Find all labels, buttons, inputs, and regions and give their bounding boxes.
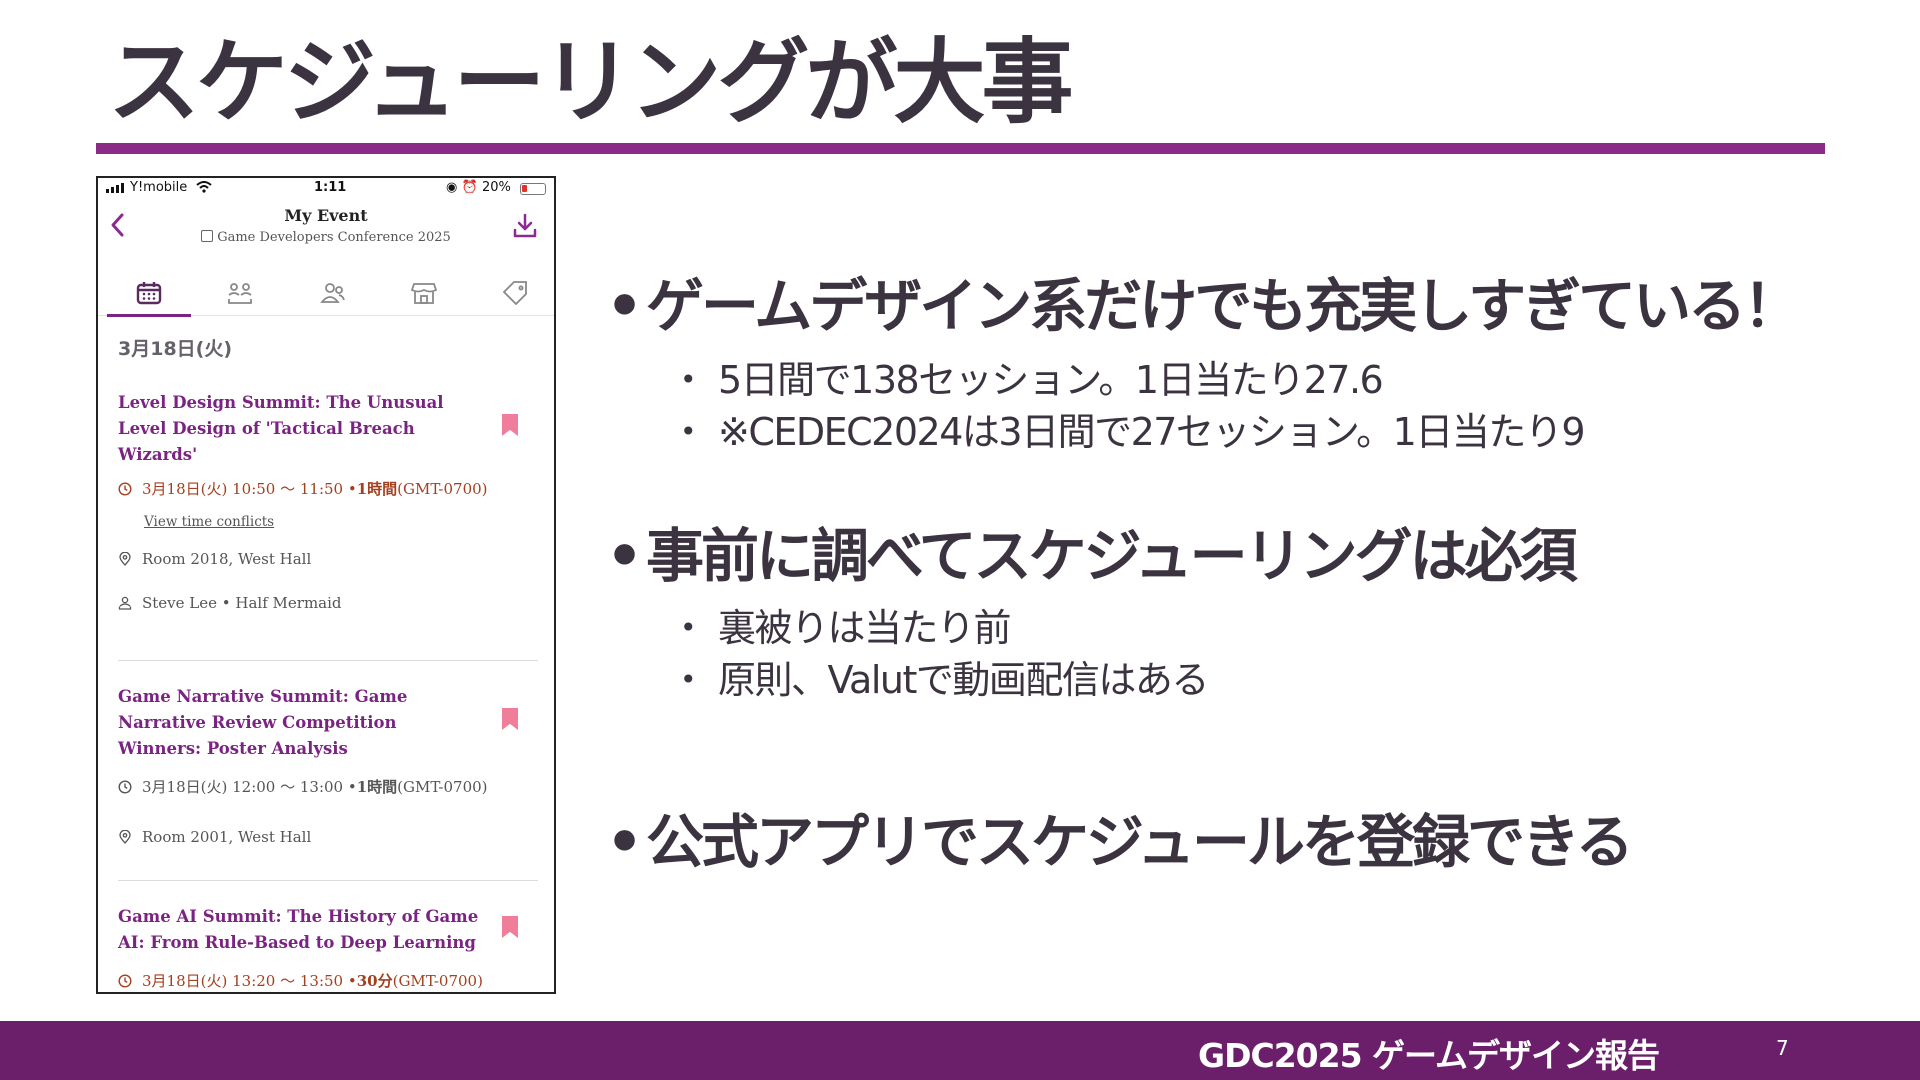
app-header: My Event Game Developers Conference 2025 xyxy=(98,202,554,258)
people-icon xyxy=(320,283,345,303)
timezone: (GMT-0700) xyxy=(397,777,488,796)
bullet-item: 裏被りは当たり前 xyxy=(680,606,1012,652)
status-bar: Y!mobile 1:11 ◉ ⏰ 20% xyxy=(98,178,554,198)
tab-bar xyxy=(98,270,554,317)
tab-store[interactable] xyxy=(394,270,454,316)
battery-percent: 20% xyxy=(482,180,511,195)
event-subtitle: Game Developers Conference 2025 xyxy=(98,230,554,245)
divider xyxy=(118,660,538,661)
location-pin-icon xyxy=(119,552,131,566)
alarm-icon: ◉ ⏰ xyxy=(446,180,478,195)
duration: 30分 xyxy=(356,972,393,990)
bullet-item: 5日間で138セッション。1日当たり27.6 xyxy=(680,358,1384,404)
session-title[interactable]: Level Design Summit: The Unusual Level D… xyxy=(118,390,483,468)
time-range: 3月18日(火) 10:50 〜 11:50 • xyxy=(142,480,357,498)
title-rule xyxy=(96,143,1825,154)
session-location: Room 2001, West Hall xyxy=(118,828,311,846)
time-range: 3月18日(火) 12:00 〜 13:00 • xyxy=(142,778,357,796)
download-button[interactable] xyxy=(512,212,538,240)
page-number: 7 xyxy=(1776,1036,1789,1060)
clock-icon xyxy=(118,481,132,496)
bookmark-icon[interactable] xyxy=(502,414,518,436)
app-screenshot: Y!mobile 1:11 ◉ ⏰ 20% My Event Game Deve… xyxy=(96,176,556,994)
session-card[interactable]: Game AI Summit: The History of Game AI: … xyxy=(118,904,538,990)
timezone: (GMT-0700) xyxy=(397,479,488,498)
session-time: 3月18日(火) 12:00 〜 13:00 • 1時間 (GMT-0700) xyxy=(118,776,488,797)
speaker-text: Steve Lee • Half Mermaid xyxy=(142,594,342,612)
bullet-heading: 公式アプリでスケジュールを登録できる xyxy=(606,808,1634,878)
session-title[interactable]: Game AI Summit: The History of Game AI: … xyxy=(118,904,483,956)
carrier-name: Y!mobile xyxy=(130,180,188,195)
duration: 1時間 xyxy=(356,778,398,796)
tab-speakers[interactable] xyxy=(210,270,270,316)
session-speaker: Steve Lee • Half Mermaid xyxy=(118,594,342,612)
divider xyxy=(118,880,538,881)
bullet-item: 原則、Valutで動画配信はある xyxy=(680,658,1209,704)
bookmark-icon[interactable] xyxy=(502,708,518,730)
session-card[interactable]: Game Narrative Summit: Game Narrative Re… xyxy=(118,684,538,846)
session-time: 3月18日(火) 13:20 〜 13:50 • 30分 (GMT-0700) xyxy=(118,970,483,991)
event-title: My Event xyxy=(284,206,368,225)
store-icon xyxy=(410,283,438,304)
location-text: Room 2001, West Hall xyxy=(142,828,312,846)
location-text: Room 2018, West Hall xyxy=(142,550,312,568)
session-time: 3月18日(火) 10:50 〜 11:50 • 1時間 (GMT-0700) xyxy=(118,478,488,499)
tab-schedule[interactable] xyxy=(107,270,191,317)
location-pin-icon xyxy=(119,830,131,844)
duration: 1時間 xyxy=(356,480,398,498)
slide-title: スケジューリングが大事 xyxy=(108,29,1074,136)
speaker-icon xyxy=(118,596,132,610)
session-location: Room 2018, West Hall xyxy=(118,550,311,568)
bullet-heading: ゲームデザイン系だけでも充実しすぎている！ xyxy=(606,272,1801,342)
view-time-conflicts-link[interactable]: View time conflicts xyxy=(144,514,274,530)
clock-icon xyxy=(118,973,132,988)
signal-icon xyxy=(106,183,124,193)
calendar-icon xyxy=(136,282,162,305)
calendar-icon xyxy=(201,230,214,242)
bullet-item: ※CEDEC2024は3日間で27セッション。1日当たり9 xyxy=(680,410,1586,456)
tag-icon xyxy=(502,281,527,305)
date-heading: 3月18日(火) xyxy=(118,338,233,360)
session-title[interactable]: Game Narrative Summit: Game Narrative Re… xyxy=(118,684,483,762)
speakers-icon xyxy=(228,283,252,304)
wifi-icon xyxy=(196,181,212,197)
battery-icon xyxy=(520,183,546,195)
session-card[interactable]: Level Design Summit: The Unusual Level D… xyxy=(118,390,538,612)
timezone: (GMT-0700) xyxy=(392,971,483,990)
time-range: 3月18日(火) 13:20 〜 13:50 • xyxy=(142,972,357,990)
bookmark-icon[interactable] xyxy=(502,916,518,938)
status-time: 1:11 xyxy=(314,180,347,195)
clock-icon xyxy=(118,779,132,794)
tab-people[interactable] xyxy=(302,270,362,316)
tab-tags[interactable] xyxy=(485,270,545,316)
footer-title: GDC2025 ゲームデザイン報告 xyxy=(1198,1036,1660,1075)
conference-name: Game Developers Conference 2025 xyxy=(217,230,451,245)
bullet-heading: 事前に調べてスケジューリングは必須 xyxy=(606,522,1578,592)
